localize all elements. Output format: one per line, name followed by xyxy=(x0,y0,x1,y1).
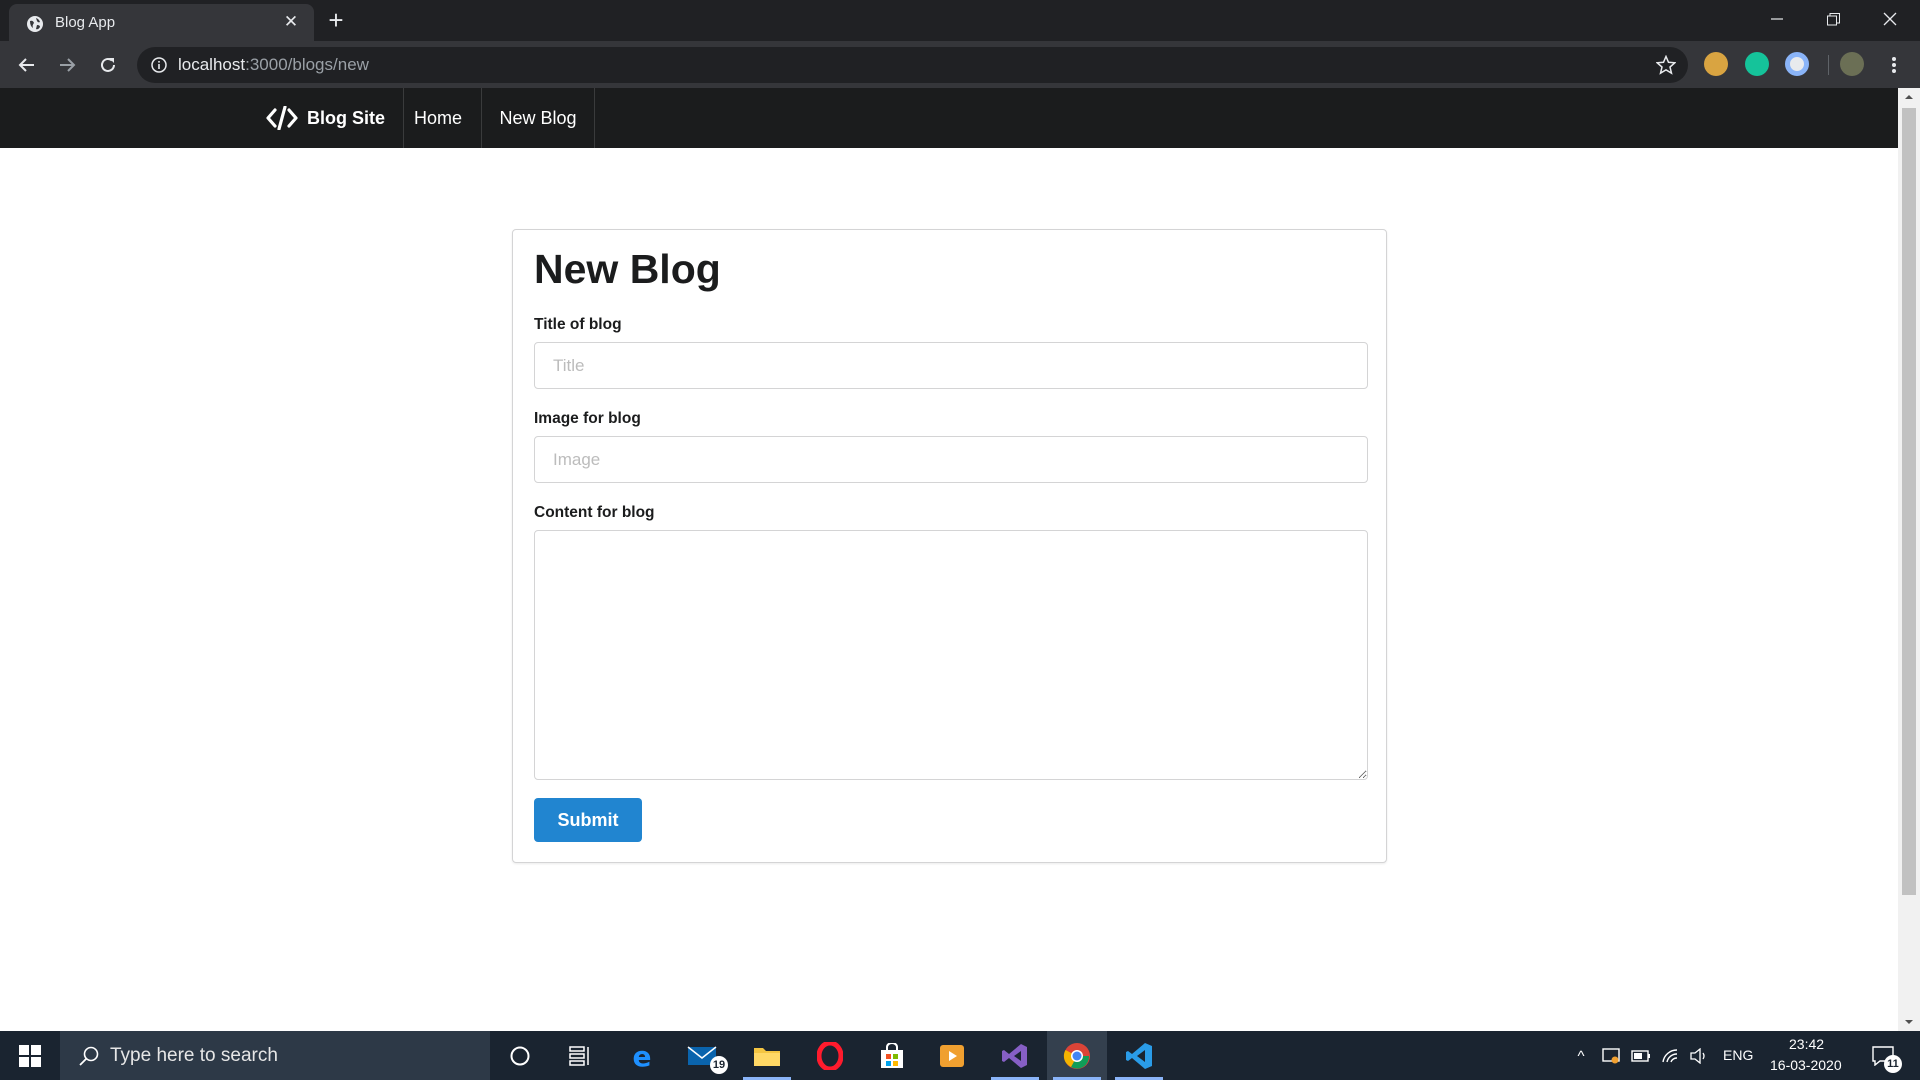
page-scrollbar[interactable] xyxy=(1898,88,1920,1031)
action-center-button[interactable]: 11 xyxy=(1868,1045,1902,1073)
taskbar-search[interactable]: Type here to search xyxy=(60,1031,490,1080)
volume-icon[interactable] xyxy=(1688,1045,1710,1067)
brand-link[interactable]: Blog Site xyxy=(266,88,405,148)
content-textarea[interactable] xyxy=(534,530,1368,780)
close-tab-icon[interactable]: ✕ xyxy=(281,12,301,32)
menu-button[interactable] xyxy=(1880,51,1908,79)
image-input[interactable] xyxy=(534,436,1368,483)
code-icon xyxy=(266,106,298,130)
title-input[interactable] xyxy=(534,342,1368,389)
store-app-button[interactable] xyxy=(862,1031,922,1080)
start-button[interactable] xyxy=(0,1031,60,1080)
tab-title: Blog App xyxy=(55,14,116,31)
show-hidden-icons-chevron-icon[interactable]: ^ xyxy=(1570,1045,1592,1067)
forward-button[interactable] xyxy=(53,51,81,79)
edge-icon: e xyxy=(633,1042,652,1070)
close-window-button[interactable] xyxy=(1862,0,1918,38)
scroll-up-icon[interactable] xyxy=(1904,92,1914,102)
address-bar[interactable]: localhost:3000/blogs/new xyxy=(137,47,1688,83)
chrome-icon xyxy=(1063,1042,1090,1069)
cookie-extension-icon[interactable] xyxy=(1704,52,1728,76)
reload-icon xyxy=(101,57,115,72)
cortana-button[interactable] xyxy=(490,1031,550,1080)
arrow-left-icon xyxy=(18,58,34,72)
globe-icon xyxy=(27,16,43,32)
minimize-button[interactable] xyxy=(1749,0,1805,38)
title-label: Title of blog xyxy=(534,316,622,333)
battery-icon[interactable] xyxy=(1630,1045,1652,1067)
submit-button[interactable]: Submit xyxy=(534,798,642,842)
toolbar-divider xyxy=(1828,55,1829,75)
new-tab-button[interactable]: + xyxy=(323,7,349,34)
arrow-right-icon xyxy=(60,58,76,72)
tab-strip: Blog App ✕ + xyxy=(0,0,1920,41)
back-button[interactable] xyxy=(13,51,41,79)
chrome-app-button[interactable] xyxy=(1047,1031,1107,1080)
folder-icon xyxy=(754,1047,780,1066)
clock-date[interactable]: 16-03-2020 xyxy=(1770,1057,1842,1073)
file-explorer-button[interactable] xyxy=(737,1031,797,1080)
page-title: New Blog xyxy=(534,246,721,292)
image-label: Image for blog xyxy=(534,410,641,427)
mail-app-button[interactable]: 19 xyxy=(672,1031,732,1080)
more-vert-icon xyxy=(1892,57,1896,73)
browser-toolbar: localhost:3000/blogs/new xyxy=(0,41,1920,88)
nav-home-link[interactable]: Home xyxy=(395,88,482,148)
extension-icon[interactable] xyxy=(1785,52,1809,76)
notification-count-badge: 11 xyxy=(1884,1055,1902,1073)
svg-text:e: e xyxy=(633,1042,652,1070)
url-text[interactable]: localhost:3000/blogs/new xyxy=(178,55,369,75)
windows-logo-icon xyxy=(19,1044,41,1067)
reload-button[interactable] xyxy=(94,51,122,79)
nav-new-blog-link[interactable]: New Blog xyxy=(482,88,595,148)
restore-button[interactable] xyxy=(1805,0,1861,38)
opera-icon xyxy=(817,1041,843,1070)
play-icon xyxy=(940,1044,964,1067)
restore-icon xyxy=(1826,12,1840,25)
cortana-icon xyxy=(510,1046,530,1065)
task-view-button[interactable] xyxy=(550,1031,610,1080)
profile-avatar[interactable] xyxy=(1840,52,1864,76)
site-navbar: Blog Site Home New Blog xyxy=(0,88,1898,148)
browser-tab[interactable]: Blog App ✕ xyxy=(9,4,314,41)
visual-studio-button[interactable] xyxy=(985,1031,1045,1080)
wifi-icon[interactable] xyxy=(1660,1045,1682,1067)
info-icon[interactable] xyxy=(151,57,167,73)
edge-app-button[interactable]: e xyxy=(612,1031,672,1080)
clock-time[interactable]: 23:42 xyxy=(1789,1036,1824,1052)
opera-app-button[interactable] xyxy=(800,1031,860,1080)
vscode-icon xyxy=(1126,1042,1152,1069)
search-placeholder: Type here to search xyxy=(110,1045,278,1066)
language-indicator[interactable]: ENG xyxy=(1723,1047,1753,1063)
vscode-app-button[interactable] xyxy=(1109,1031,1169,1080)
task-view-icon xyxy=(569,1045,589,1066)
search-icon xyxy=(79,1046,99,1066)
bookmark-star-icon[interactable] xyxy=(1656,55,1676,75)
brand-name: Blog Site xyxy=(307,107,386,128)
minimize-icon xyxy=(1771,18,1783,20)
new-blog-form-card: New Blog Title of blog Image for blog Co… xyxy=(512,229,1387,863)
taskbar: Type here to search e 19 ^ ENG 23:42 16-… xyxy=(0,1031,1920,1080)
visual-studio-icon xyxy=(1002,1043,1027,1068)
scroll-thumb[interactable] xyxy=(1902,108,1916,895)
video-app-button[interactable] xyxy=(922,1031,982,1080)
grammarly-extension-icon[interactable] xyxy=(1745,52,1769,76)
mail-unread-badge: 19 xyxy=(710,1056,728,1074)
scroll-down-icon[interactable] xyxy=(1904,1017,1914,1027)
defender-icon[interactable] xyxy=(1600,1045,1622,1067)
content-label: Content for blog xyxy=(534,504,655,521)
store-icon xyxy=(881,1042,903,1068)
close-icon xyxy=(1883,12,1897,26)
